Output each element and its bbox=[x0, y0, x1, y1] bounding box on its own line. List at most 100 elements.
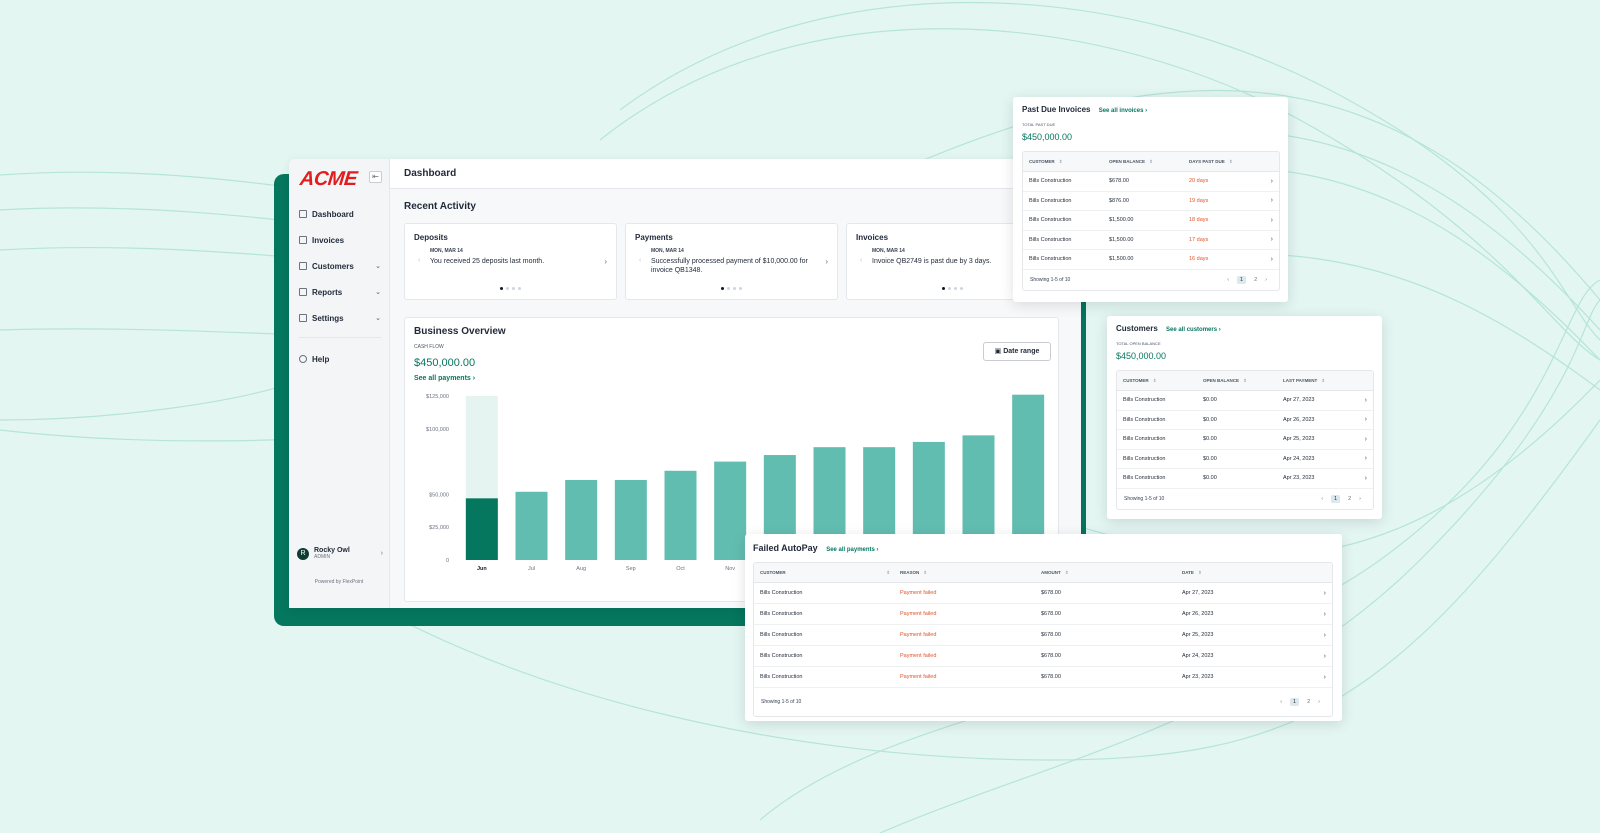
column-header[interactable]: REASON ⇕ bbox=[894, 570, 1035, 576]
date-range-button[interactable]: ▣ Date range bbox=[983, 342, 1051, 361]
chevron-right-icon[interactable]: › bbox=[1271, 256, 1279, 263]
column-header[interactable]: LAST PAYMENT ⇕ bbox=[1277, 378, 1357, 384]
table-row[interactable]: Bills Construction $1,500.00 17 days › bbox=[1023, 231, 1279, 250]
table-row[interactable]: Bills Construction $0.00 Apr 24, 2023 › bbox=[1117, 450, 1373, 469]
table-row[interactable]: Bills Construction $1,500.00 16 days › bbox=[1023, 250, 1279, 270]
page-1[interactable]: 1 bbox=[1290, 698, 1300, 706]
chevron-down-icon: ⌄ bbox=[375, 263, 381, 270]
table-cell: Bills Construction bbox=[760, 632, 803, 638]
chevron-right-icon[interactable]: › bbox=[1324, 632, 1332, 639]
chevron-right-icon[interactable]: › bbox=[1324, 611, 1332, 618]
table-cell: 20 days bbox=[1189, 178, 1209, 185]
page-2[interactable]: 2 bbox=[1348, 496, 1351, 502]
table-row[interactable]: Bills Construction Payment failed $678.00 A… bbox=[754, 646, 1332, 667]
deposits-card[interactable]: Deposits MON, MAR 14 You received 25 dep… bbox=[404, 223, 617, 300]
chevron-right-icon[interactable]: › bbox=[1365, 416, 1373, 423]
y-tick-label: $25,000 bbox=[429, 525, 449, 531]
card-date: MON, MAR 14 bbox=[430, 248, 463, 254]
prev-page-icon[interactable]: ‹ bbox=[1280, 699, 1282, 705]
chevron-right-icon[interactable]: › bbox=[604, 257, 607, 266]
chevron-right-icon[interactable]: › bbox=[1365, 397, 1373, 404]
table-cell: Apr 25, 2023 bbox=[1182, 632, 1214, 638]
table-cell: Bills Construction bbox=[1123, 436, 1166, 443]
table-row[interactable]: Bills Construction $0.00 Apr 25, 2023 › bbox=[1117, 430, 1373, 450]
chevron-right-icon[interactable]: › bbox=[1365, 455, 1373, 462]
table-row[interactable]: Bills Construction $678.00 20 days › bbox=[1023, 172, 1279, 192]
prev-page-icon[interactable]: ‹ bbox=[1321, 496, 1323, 502]
acme-logo[interactable]: ACME bbox=[299, 168, 358, 191]
y-tick-label: 0 bbox=[446, 558, 449, 564]
column-header[interactable]: OPEN BALANCE ⇕ bbox=[1197, 378, 1277, 384]
y-tick-label: $100,000 bbox=[426, 427, 449, 433]
table-row[interactable]: Bills Construction Payment failed $678.00 A… bbox=[754, 667, 1332, 688]
table-cell: $678.00 bbox=[1041, 632, 1061, 638]
table-cell: Apr 23, 2023 bbox=[1283, 475, 1315, 482]
table-cell: Bills Construction bbox=[1123, 416, 1166, 423]
powered-by: Powered by FlexPoint bbox=[314, 579, 364, 585]
see-all-payments-link[interactable]: See all payments › bbox=[414, 375, 475, 382]
chevron-right-icon[interactable]: › bbox=[825, 257, 828, 266]
table-row[interactable]: Bills Construction Payment failed $678.00 A… bbox=[754, 625, 1332, 646]
sidebar-item-customers[interactable]: Customers ⌄ bbox=[299, 253, 381, 279]
column-header[interactable]: OPEN BALANCE ⇕ bbox=[1103, 159, 1183, 165]
column-header[interactable]: DATE ⇕ bbox=[1176, 570, 1317, 576]
page-1[interactable]: 1 bbox=[1237, 275, 1247, 284]
chevron-right-icon[interactable]: › bbox=[1271, 197, 1279, 204]
column-header[interactable]: DAYS PAST DUE ⇕ bbox=[1183, 159, 1263, 165]
page-1[interactable]: 1 bbox=[1331, 494, 1341, 503]
column-header[interactable]: AMOUNT ⇕ bbox=[1035, 570, 1176, 576]
chevron-right-icon[interactable]: › bbox=[1324, 674, 1332, 681]
column-header[interactable]: CUSTOMER ⇕ bbox=[1023, 159, 1103, 165]
next-page-icon[interactable]: › bbox=[1318, 699, 1320, 705]
chevron-left-icon[interactable]: ‹ bbox=[639, 257, 641, 264]
see-all-invoices-link[interactable]: See all invoices › bbox=[1099, 108, 1147, 114]
page-2[interactable]: 2 bbox=[1254, 277, 1257, 283]
sidebar-item-invoices[interactable]: Invoices bbox=[299, 227, 381, 253]
next-page-icon[interactable]: › bbox=[1359, 496, 1361, 502]
sidebar-item-dashboard[interactable]: Dashboard bbox=[299, 201, 381, 227]
table-row[interactable]: Bills Construction $1,500.00 18 days › bbox=[1023, 211, 1279, 231]
see-all-payments-link[interactable]: See all payments › bbox=[826, 547, 878, 553]
pagination: ‹ 1 2 › bbox=[1276, 698, 1332, 706]
prev-page-icon[interactable]: ‹ bbox=[1227, 277, 1229, 283]
table-row[interactable]: Bills Construction Payment failed $678.00 A… bbox=[754, 583, 1332, 604]
column-header[interactable]: CUSTOMER ⇕ bbox=[1117, 378, 1197, 384]
page-2[interactable]: 2 bbox=[1307, 699, 1310, 705]
table-row[interactable]: Bills Construction $0.00 Apr 26, 2023 › bbox=[1117, 411, 1373, 430]
chevron-right-icon[interactable]: › bbox=[1324, 653, 1332, 660]
customers-panel: Customers See all customers › TOTAL OPEN… bbox=[1107, 316, 1382, 519]
table-row[interactable]: Bills Construction $0.00 Apr 23, 2023 › bbox=[1117, 469, 1373, 489]
chevron-right-icon[interactable]: › bbox=[1324, 590, 1332, 597]
table-row[interactable]: Bills Construction $0.00 Apr 27, 2023 › bbox=[1117, 391, 1373, 411]
chevron-right-icon[interactable]: › bbox=[1365, 475, 1373, 482]
showing-count: Showing 1-5 of 10 bbox=[1124, 495, 1165, 502]
table-cell: $678.00 bbox=[1041, 653, 1061, 659]
table-cell: Bills Construction bbox=[760, 590, 803, 596]
pagination: ‹ 1 2 › bbox=[1317, 494, 1373, 503]
user-menu[interactable]: R Rocky Owl ADMIN › bbox=[297, 547, 383, 560]
chevron-right-icon[interactable]: › bbox=[1271, 236, 1279, 243]
table-cell: Bills Construction bbox=[1029, 217, 1072, 224]
table-row[interactable]: Bills Construction Payment failed $678.00 A… bbox=[754, 604, 1332, 625]
column-header[interactable]: CUSTOMER ⇕ bbox=[754, 570, 894, 576]
chevron-right-icon[interactable]: › bbox=[1271, 217, 1279, 224]
table-header: CUSTOMER ⇕ OPEN BALANCE ⇕ LAST PAYMENT ⇕ bbox=[1117, 371, 1373, 391]
bar bbox=[515, 491, 548, 560]
chevron-left-icon[interactable]: ‹ bbox=[860, 257, 862, 264]
chevron-right-icon[interactable]: › bbox=[1365, 436, 1373, 443]
chevron-left-icon[interactable]: ‹ bbox=[418, 257, 420, 264]
next-page-icon[interactable]: › bbox=[1265, 277, 1267, 283]
sidebar-item-settings[interactable]: Settings ⌄ bbox=[299, 305, 381, 331]
chevron-right-icon[interactable]: › bbox=[1271, 178, 1279, 185]
collapse-sidebar-icon[interactable]: ⇤ bbox=[369, 171, 382, 183]
sidebar-item-help[interactable]: Help bbox=[299, 346, 381, 372]
business-overview-title: Business Overview bbox=[414, 326, 506, 337]
sidebar-item-reports[interactable]: Reports ⌄ bbox=[299, 279, 381, 305]
customers-table: CUSTOMER ⇕ OPEN BALANCE ⇕ LAST PAYMENT ⇕ Bi… bbox=[1116, 370, 1374, 510]
table-cell: Payment failed bbox=[900, 632, 937, 638]
table-cell: 16 days bbox=[1189, 256, 1209, 263]
see-all-customers-link[interactable]: See all customers › bbox=[1166, 327, 1221, 333]
payments-card[interactable]: Payments MON, MAR 14 Successfully proces… bbox=[625, 223, 838, 300]
table-row[interactable]: Bills Construction $876.00 19 days › bbox=[1023, 192, 1279, 211]
table-cell: Payment failed bbox=[900, 653, 937, 659]
